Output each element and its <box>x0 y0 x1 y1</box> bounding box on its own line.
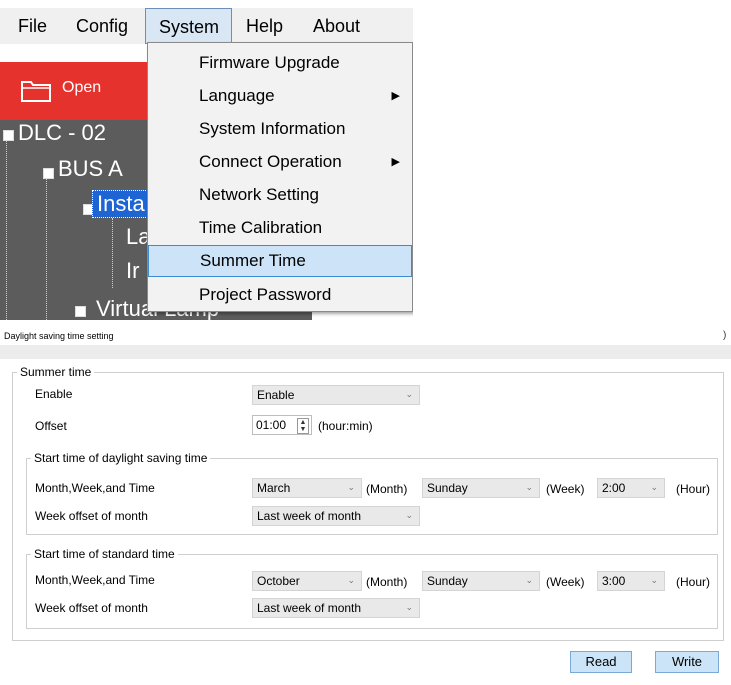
select-value: October <box>257 574 300 588</box>
read-button[interactable]: Read <box>570 651 632 673</box>
menu-item-label: Time Calibration <box>199 218 323 237</box>
close-icon[interactable]: ) <box>723 330 726 341</box>
enable-select[interactable]: Enable ⌄ <box>252 385 420 405</box>
std-month-unit: (Month) <box>366 575 408 589</box>
offset-unit: (hour:min) <box>318 419 373 433</box>
menu-item-summer-time[interactable]: Summer Time <box>148 245 412 277</box>
menu-item-network-setting[interactable]: Network Setting <box>148 179 412 211</box>
tree-node-bus[interactable]: BUS A <box>58 156 123 182</box>
start-mwt-label: Month,Week,and Time <box>35 481 155 495</box>
std-month-select[interactable]: October ⌄ <box>252 571 362 591</box>
tree-line <box>112 218 113 288</box>
spinner-arrows-icon[interactable]: ▲ ▼ <box>297 418 309 434</box>
chevron-down-icon: ⌄ <box>405 602 413 612</box>
menu-item-label: Network Setting <box>199 185 319 204</box>
std-week-unit: (Week) <box>546 575 585 589</box>
std-week-offset-select[interactable]: Last week of month ⌄ <box>252 598 420 618</box>
chevron-down-icon: ⌄ <box>347 575 355 585</box>
app-window-top: File Config System Help About Open DLC -… <box>0 0 413 320</box>
chevron-down-icon: ⌄ <box>405 389 413 399</box>
start-hour-unit: (Hour) <box>676 482 711 496</box>
submenu-arrow-icon: ▶ <box>391 90 400 102</box>
select-value: March <box>257 481 291 495</box>
group-legend: Start time of standard time <box>34 547 175 561</box>
enable-label: Enable <box>35 387 73 401</box>
select-value: Sunday <box>427 574 468 588</box>
start-week-select[interactable]: Sunday ⌄ <box>422 478 540 498</box>
start-week-offset-label: Week offset of month <box>35 509 148 523</box>
dialog-title: Daylight saving time setting <box>4 331 114 341</box>
select-value: Last week of month <box>257 601 362 615</box>
select-value: Enable <box>257 388 295 402</box>
submenu-arrow-icon: ▶ <box>391 156 400 168</box>
chevron-down-icon: ⌄ <box>525 482 533 492</box>
menu-file[interactable]: File <box>18 8 47 44</box>
std-hour-select[interactable]: 3:00 ⌄ <box>597 571 665 591</box>
group-legend: Summer time <box>20 365 92 379</box>
select-value: 3:00 <box>602 574 626 588</box>
collapse-toggle[interactable] <box>3 130 14 141</box>
menu-item-label: Project Password <box>199 285 332 304</box>
menu-item-label: Summer Time <box>200 251 306 270</box>
std-mwt-label: Month,Week,and Time <box>35 573 155 587</box>
dialog-body: Summer time Enable Enable ⌄ Offset 01:00 ▲… <box>0 359 731 685</box>
chevron-down-icon: ⌄ <box>650 575 658 585</box>
tree-line <box>6 138 7 320</box>
menu-system[interactable]: System <box>145 8 232 44</box>
tree-node-install[interactable]: Insta <box>92 190 150 218</box>
start-week-unit: (Week) <box>546 482 585 496</box>
tree-node-dlc[interactable]: DLC - 02 <box>18 120 106 146</box>
group-legend: Start time of daylight saving time <box>34 451 208 465</box>
spinner-value: 01:00 <box>256 418 287 432</box>
menu-item-time-calibration[interactable]: Time Calibration <box>148 212 412 244</box>
chevron-down-icon: ⌄ <box>405 510 413 520</box>
start-week-offset-select[interactable]: Last week of month ⌄ <box>252 506 420 526</box>
menu-item-label: Connect Operation <box>199 152 342 171</box>
menu-item-firmware-upgrade[interactable]: Firmware Upgrade <box>148 47 412 79</box>
collapse-toggle[interactable] <box>43 168 54 179</box>
menu-bar: File Config System Help About <box>0 8 413 44</box>
select-value: Sunday <box>427 481 468 495</box>
menu-item-label: System Information <box>199 119 346 138</box>
open-label: Open <box>62 79 102 96</box>
menu-config[interactable]: Config <box>76 8 128 44</box>
menu-item-connect-operation[interactable]: Connect Operation ▶ <box>148 146 412 178</box>
expand-toggle[interactable] <box>75 306 86 317</box>
start-hour-select[interactable]: 2:00 ⌄ <box>597 478 665 498</box>
system-menu-dropdown: Firmware Upgrade Language ▶ System Inform… <box>147 42 413 312</box>
select-value: 2:00 <box>602 481 626 495</box>
menu-item-language[interactable]: Language ▶ <box>148 80 412 112</box>
select-value: Last week of month <box>257 509 362 523</box>
offset-label: Offset <box>35 419 67 433</box>
write-button[interactable]: Write <box>655 651 719 673</box>
open-button[interactable]: Open <box>0 62 130 120</box>
tree-node-input[interactable]: Ir <box>126 258 139 284</box>
chevron-down-icon: ⌄ <box>525 575 533 585</box>
start-month-unit: (Month) <box>366 482 408 496</box>
start-month-select[interactable]: March ⌄ <box>252 478 362 498</box>
menu-item-system-information[interactable]: System Information <box>148 113 412 145</box>
chevron-down-icon: ⌄ <box>347 482 355 492</box>
offset-spinner[interactable]: 01:00 ▲ ▼ <box>252 415 312 435</box>
std-hour-unit: (Hour) <box>676 575 711 589</box>
chevron-down-icon: ⌄ <box>650 482 658 492</box>
menu-about[interactable]: About <box>313 8 360 44</box>
menu-help[interactable]: Help <box>246 8 283 44</box>
std-week-offset-label: Week offset of month <box>35 601 148 615</box>
dialog-header-band <box>0 345 731 359</box>
tree-line <box>46 178 47 320</box>
menu-item-project-password[interactable]: Project Password <box>148 279 412 311</box>
menu-item-label: Firmware Upgrade <box>199 53 340 72</box>
folder-icon <box>21 81 51 102</box>
menu-item-label: Language <box>199 86 275 105</box>
std-week-select[interactable]: Sunday ⌄ <box>422 571 540 591</box>
